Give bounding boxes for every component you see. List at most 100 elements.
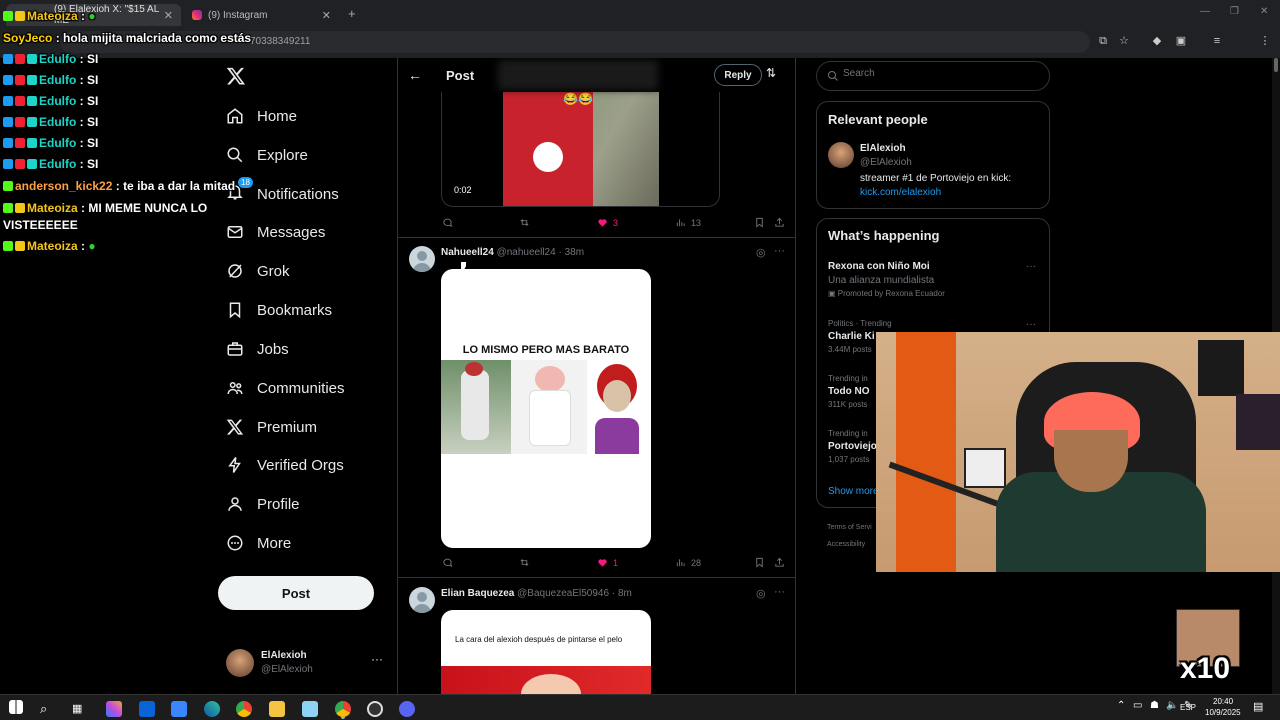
nav-communities[interactable]: Communities — [226, 373, 345, 403]
reply-action[interactable] — [442, 557, 458, 568]
more-icon[interactable]: ··· — [371, 652, 383, 666]
nav-grok[interactable]: Grok — [226, 256, 290, 286]
relevant-name[interactable]: ElAlexioh — [860, 143, 906, 154]
language-indicator[interactable]: ESP — [1180, 703, 1196, 712]
nav-explore[interactable]: Explore — [226, 140, 308, 170]
tweet-author[interactable]: Nahueell24 — [441, 247, 494, 258]
mail-icon — [227, 226, 243, 238]
repost-icon — [520, 219, 529, 226]
repost-action[interactable] — [519, 217, 535, 228]
nav-more[interactable]: More — [226, 528, 291, 558]
tray-icon[interactable]: ▭ — [1133, 700, 1142, 711]
repost-action[interactable] — [519, 557, 535, 568]
filter-icon[interactable]: ⇅ — [766, 66, 776, 80]
volume-icon[interactable]: 🔈 — [1166, 700, 1178, 711]
search-icon[interactable]: ⌕ — [40, 701, 56, 717]
minimize-icon[interactable]: — — [1200, 6, 1210, 17]
grok-icon[interactable]: ◎ — [756, 587, 766, 600]
footer-link[interactable]: Terms of Servi — [827, 524, 872, 531]
show-more-link[interactable]: Show more — [828, 486, 879, 497]
task-view-icon[interactable]: ▦ — [72, 701, 88, 717]
close-window-icon[interactable]: ✕ — [1260, 6, 1268, 17]
bookmark-action[interactable] — [754, 217, 770, 228]
share-action[interactable] — [774, 217, 790, 228]
more-icon[interactable]: ··· — [774, 245, 785, 257]
clock-date[interactable]: 10/9/2025 — [1205, 708, 1241, 717]
views-action[interactable]: 28 — [675, 557, 701, 568]
media-icon[interactable]: ≡ — [1210, 34, 1224, 48]
windows-start-icon[interactable] — [9, 700, 23, 714]
new-tab-icon[interactable]: + — [348, 6, 356, 21]
tweet-author[interactable]: Elian Baquezea — [441, 588, 514, 599]
chat-user: Edulfo — [39, 157, 77, 171]
emote-icon: ● — [88, 9, 96, 23]
reply-action[interactable] — [442, 217, 458, 228]
puzzle-icon[interactable]: ▣ — [1174, 34, 1188, 48]
nav-home[interactable]: Home — [226, 101, 297, 131]
chrome-icon[interactable] — [236, 701, 252, 717]
reply-button[interactable]: Reply — [714, 64, 762, 86]
relevant-link[interactable]: kick.com/elalexioh — [860, 187, 941, 198]
meme-title: LO MISMO PERO MAS BARATO — [462, 344, 630, 356]
chrome-icon[interactable] — [335, 701, 351, 717]
views-action[interactable]: 13 — [675, 217, 701, 228]
close-icon[interactable]: ✕ — [322, 9, 331, 22]
like-action[interactable]: 3 — [597, 217, 618, 228]
nav-premium[interactable]: Premium — [226, 412, 317, 442]
chat-text: SI — [87, 136, 99, 150]
video-thumbnail: 😂😂 — [503, 92, 659, 206]
more-icon[interactable]: ··· — [1026, 261, 1036, 272]
footer-link[interactable]: Accessibility — [827, 541, 865, 548]
tray-chevron-icon[interactable]: ⌃ — [1117, 700, 1125, 711]
notification-icon[interactable]: ▤ — [1253, 700, 1263, 713]
chat-message: Edulfo : SI — [3, 73, 98, 87]
share-action[interactable] — [774, 557, 790, 568]
copilot-icon[interactable] — [106, 701, 122, 717]
tweet-video[interactable]: 😂😂 0:02 — [441, 92, 720, 207]
more-icon[interactable]: ··· — [1026, 319, 1036, 330]
nav-label: Explore — [257, 146, 308, 164]
meme-image[interactable]: LO MISMO PERO MAS BARATO — [441, 269, 651, 548]
people-icon — [227, 382, 243, 395]
extension-diamond-icon[interactable]: ◆ — [1150, 34, 1164, 48]
account-switcher[interactable]: ElAlexioh @ElAlexioh ··· — [226, 646, 396, 682]
edge-icon[interactable] — [204, 701, 220, 717]
nav-notifications[interactable]: 18 Notifications — [226, 177, 339, 209]
folder-icon[interactable] — [269, 701, 285, 717]
post-button[interactable]: Post — [218, 576, 374, 610]
nav-verified-orgs[interactable]: Verified Orgs — [226, 450, 344, 480]
like-action[interactable]: 1 — [597, 557, 618, 568]
clock-time[interactable]: 20:40 — [1213, 697, 1233, 706]
close-icon[interactable]: ✕ — [164, 9, 173, 22]
tweet[interactable]: Elian Baquezea @BaquezeaEl50946 · 8m ◎ ·… — [398, 578, 795, 708]
app-icon[interactable] — [302, 701, 318, 717]
nav-messages[interactable]: Messages — [226, 217, 325, 247]
grok-icon[interactable]: ◎ — [756, 246, 766, 259]
store-icon[interactable] — [171, 701, 187, 717]
network-icon[interactable]: ☗ — [1150, 700, 1159, 711]
avatar[interactable] — [828, 142, 854, 168]
repost-icon — [520, 559, 529, 566]
star-icon[interactable]: ☆ — [1117, 34, 1131, 48]
outlook-icon[interactable] — [139, 701, 155, 717]
tweet-time: 8m — [617, 588, 632, 599]
nav-profile[interactable]: Profile — [226, 489, 300, 519]
nav-bookmarks[interactable]: Bookmarks — [226, 295, 332, 325]
more-icon[interactable]: ··· — [774, 586, 785, 598]
menu-dots-icon[interactable]: ⋮ — [1258, 34, 1272, 48]
search-box[interactable] — [816, 61, 1050, 91]
restore-icon[interactable]: ❐ — [1230, 6, 1239, 17]
bookmark-action[interactable] — [754, 557, 770, 568]
back-arrow-icon[interactable]: ← — [408, 67, 422, 83]
obs-icon[interactable] — [367, 701, 383, 717]
chat-user: anderson_kick22 — [15, 179, 113, 193]
install-icon[interactable]: ⧉ — [1096, 34, 1110, 48]
nav-jobs[interactable]: Jobs — [226, 334, 289, 364]
search-input[interactable] — [843, 68, 1033, 79]
meme-image[interactable]: La cara del alexioh después de pintarse … — [441, 610, 651, 700]
trend-item[interactable]: Rexona con Niño Moi Una alianza mundiali… — [828, 261, 1043, 298]
post-header: ← Post Reply ⇅ — [398, 58, 795, 92]
tab-instagram[interactable]: (9) Instagram ✕ — [184, 4, 339, 26]
discord-icon[interactable] — [399, 701, 415, 717]
tweet[interactable]: Nahueell24 @nahueell24 · 38m ◎ ··· LO MI… — [398, 238, 795, 577]
